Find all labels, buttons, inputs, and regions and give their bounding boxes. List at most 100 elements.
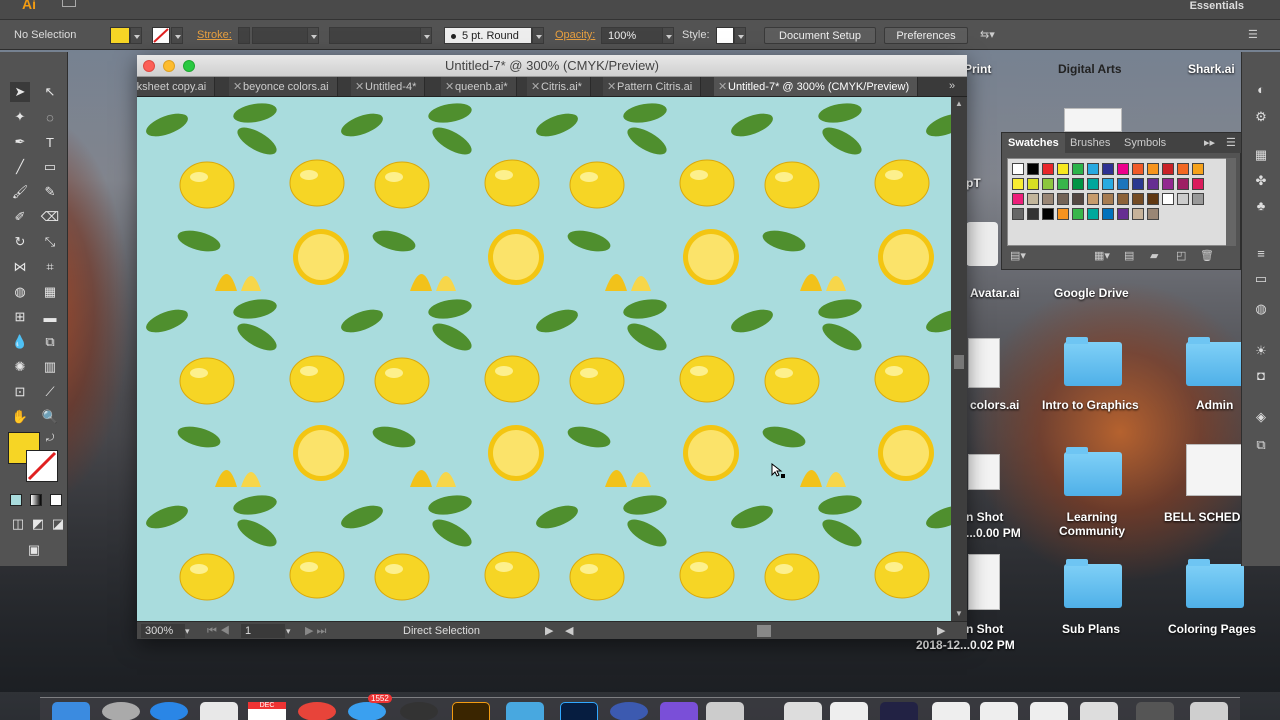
swatch[interactable] bbox=[1027, 208, 1039, 220]
file-thumbnail[interactable] bbox=[968, 338, 1000, 388]
word-icon[interactable] bbox=[506, 702, 544, 720]
swatch[interactable] bbox=[1057, 208, 1069, 220]
screen-mode-icon[interactable]: ▣ bbox=[24, 540, 44, 560]
artboard-dropdown-icon[interactable]: ▾ bbox=[286, 624, 291, 638]
desktop-item-label[interactable]: Shark.ai bbox=[1188, 62, 1235, 76]
document-stack-icon[interactable] bbox=[1030, 702, 1068, 720]
stroke-stepper[interactable] bbox=[238, 27, 250, 44]
system-preferences-icon[interactable] bbox=[400, 702, 438, 720]
direct-selection-tool-icon[interactable]: ↖ bbox=[40, 82, 60, 102]
desktop-item-label[interactable]: ...0.00 PM bbox=[966, 526, 1021, 540]
swatch[interactable] bbox=[1132, 163, 1144, 175]
swatch[interactable] bbox=[1192, 163, 1204, 175]
swatch[interactable] bbox=[1102, 208, 1114, 220]
swatch[interactable] bbox=[1042, 178, 1054, 190]
stroke-dropdown[interactable] bbox=[171, 27, 183, 44]
opacity-field[interactable]: 100% bbox=[601, 27, 663, 44]
folder-icon[interactable] bbox=[1064, 337, 1122, 386]
eyedropper-tool-icon[interactable]: 💧 bbox=[10, 332, 30, 352]
swatch[interactable] bbox=[1102, 193, 1114, 205]
launchpad-icon[interactable] bbox=[102, 702, 140, 720]
desktop-item-label[interactable]: colors.ai bbox=[970, 398, 1019, 412]
lemon-pattern-artwork[interactable] bbox=[137, 97, 951, 621]
workspace-switcher[interactable]: Essentials bbox=[1190, 0, 1244, 12]
chrome-icon[interactable] bbox=[298, 702, 336, 720]
symbols-panel-icon[interactable]: ♣ bbox=[1252, 196, 1270, 214]
tab-swatches[interactable]: Swatches bbox=[1002, 133, 1065, 153]
gradient-tool-icon[interactable]: ▬ bbox=[40, 307, 60, 327]
swatch[interactable] bbox=[1117, 163, 1129, 175]
hand-tool-icon[interactable]: ✋ bbox=[10, 407, 30, 427]
close-tab-icon[interactable]: ✕ bbox=[355, 77, 364, 96]
swatch[interactable] bbox=[1012, 163, 1024, 175]
document-tab[interactable]: ✕ Citris.ai* bbox=[527, 77, 591, 96]
swatch[interactable] bbox=[1027, 178, 1039, 190]
artboard-nav-first-icon[interactable]: ⏮ ◀ bbox=[207, 624, 230, 638]
stroke-label[interactable]: Stroke: bbox=[197, 27, 232, 44]
show-swatch-kinds-icon[interactable]: ▦▾ bbox=[1094, 249, 1110, 262]
desktop-item-label[interactable]: Intro to Graphics bbox=[1042, 398, 1139, 412]
stroke-weight-dropdown[interactable] bbox=[307, 27, 319, 44]
preferences-button[interactable]: Preferences bbox=[884, 27, 968, 44]
swatch[interactable] bbox=[1072, 193, 1084, 205]
scroll-left-icon[interactable]: ◀ bbox=[565, 624, 573, 638]
rectangle-tool-icon[interactable]: ▭ bbox=[40, 157, 60, 177]
draw-inside-icon[interactable]: ◪ bbox=[48, 514, 68, 534]
new-color-group-icon[interactable]: ▰ bbox=[1150, 249, 1158, 262]
swatch[interactable] bbox=[1147, 178, 1159, 190]
globe-icon[interactable] bbox=[610, 702, 648, 720]
photoshop-icon[interactable] bbox=[560, 702, 598, 720]
artboard-canvas[interactable] bbox=[137, 97, 951, 621]
swatch[interactable] bbox=[1117, 193, 1129, 205]
finder-icon[interactable] bbox=[52, 702, 90, 720]
recent-app-icon[interactable] bbox=[880, 702, 918, 720]
rotate-tool-icon[interactable]: ↻ bbox=[10, 232, 30, 252]
close-tab-icon[interactable]: ✕ bbox=[233, 77, 242, 96]
swatch[interactable] bbox=[1087, 193, 1099, 205]
free-transform-tool-icon[interactable]: ⌗ bbox=[40, 257, 60, 277]
swatch[interactable] bbox=[1087, 178, 1099, 190]
tab-symbols[interactable]: Symbols bbox=[1118, 133, 1172, 153]
document-stack-icon[interactable] bbox=[784, 702, 822, 720]
document-tab-active[interactable]: ✕ Untitled-7* @ 300% (CMYK/Preview) bbox=[714, 77, 919, 96]
width-tool-icon[interactable]: ⋈ bbox=[10, 257, 30, 277]
panel-menu-icon[interactable]: ☰ bbox=[1220, 133, 1242, 153]
symbol-sprayer-tool-icon[interactable]: ✺ bbox=[10, 357, 30, 377]
illustrator-dock-icon[interactable] bbox=[452, 702, 490, 720]
color-mode-button[interactable] bbox=[10, 494, 22, 506]
lasso-tool-icon[interactable]: ◌ bbox=[40, 107, 60, 127]
safari-icon[interactable] bbox=[150, 702, 188, 720]
new-swatch-icon[interactable]: ◰ bbox=[1176, 249, 1186, 262]
paintbrush-tool-icon[interactable]: 🖌 bbox=[10, 182, 30, 202]
swatch[interactable] bbox=[1132, 178, 1144, 190]
color-panel-icon[interactable]: ◐ bbox=[1252, 80, 1270, 98]
desktop-item-label[interactable]: Sub Plans bbox=[1062, 622, 1120, 636]
swatch[interactable] bbox=[1147, 208, 1159, 220]
draw-behind-icon[interactable]: ◩ bbox=[28, 514, 48, 534]
stroke-color-indicator[interactable] bbox=[26, 450, 58, 482]
expand-icon[interactable]: ▸▸ bbox=[1198, 133, 1221, 153]
document-tab[interactable]: ✕ queenb.ai* bbox=[441, 77, 517, 96]
appearance-panel-icon[interactable]: ☀ bbox=[1252, 342, 1270, 360]
graph-tool-icon[interactable]: ▥ bbox=[40, 357, 60, 377]
swatch[interactable] bbox=[1177, 193, 1189, 205]
swatch[interactable] bbox=[1042, 193, 1054, 205]
document-setup-button[interactable]: Document Setup bbox=[764, 27, 876, 44]
swatch[interactable] bbox=[1102, 163, 1114, 175]
pencil-tool-icon[interactable]: ✎ bbox=[40, 182, 60, 202]
desktop-item-label[interactable]: pT bbox=[966, 176, 981, 190]
swatch[interactable] bbox=[1012, 193, 1024, 205]
zoom-dropdown-icon[interactable]: ▾ bbox=[185, 624, 190, 638]
line-tool-icon[interactable]: ╱ bbox=[10, 157, 30, 177]
swatch[interactable] bbox=[1027, 163, 1039, 175]
pen-tool-icon[interactable]: ✒ bbox=[10, 132, 30, 152]
swatch[interactable] bbox=[1117, 208, 1129, 220]
desktop-item-label[interactable]: n Shot bbox=[966, 622, 1003, 636]
magic-wand-tool-icon[interactable]: ✦ bbox=[10, 107, 30, 127]
blend-tool-icon[interactable]: ⧉ bbox=[40, 332, 60, 352]
eraser-tool-icon[interactable]: ⌫ bbox=[40, 207, 60, 227]
slice-tool-icon[interactable]: ⟋ bbox=[40, 382, 60, 402]
close-tab-icon[interactable]: ✕ bbox=[607, 77, 616, 96]
desktop-item-label[interactable]: Learning Community bbox=[1050, 510, 1134, 538]
zoom-level-field[interactable]: 300% bbox=[141, 624, 185, 638]
